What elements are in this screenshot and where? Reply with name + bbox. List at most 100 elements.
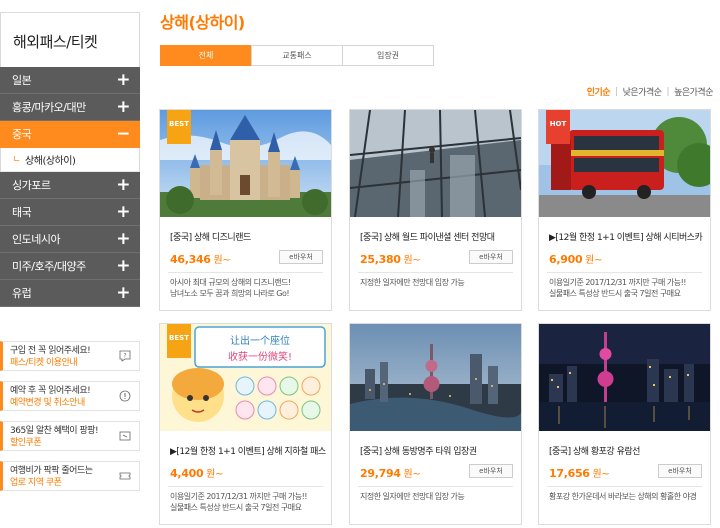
- description-line: 지정한 일자에만 전망대 입장 가능: [360, 492, 465, 501]
- product-price: 6,900 원~: [549, 251, 602, 266]
- product-image[interactable]: [539, 324, 710, 431]
- product-card-world-financial-center[interactable]: [중국] 상해 월드 파이낸셜 센터 전망대 25,380 원~ e바우처 지정…: [349, 109, 522, 311]
- description-line: 황포강 한가운데서 바라보는 상해의 황홀한 야경: [549, 492, 697, 501]
- question-icon: ?: [119, 350, 131, 362]
- corner-arrow-icon: ∟: [13, 154, 21, 165]
- notice-cancel-guide[interactable]: 예약 후 꼭 읽어주세요! 예약변경 및 취소안내: [0, 381, 140, 411]
- best-badge: BEST: [167, 110, 191, 144]
- product-card-metro-pass[interactable]: 让出一个座位 收获一份微笑! BEST ▶[12월 한정 1+1 이벤트] 상해…: [159, 323, 332, 525]
- sidebar-item-china[interactable]: 중국 −: [0, 121, 140, 148]
- product-image[interactable]: [350, 324, 521, 431]
- tab-all[interactable]: 전체: [160, 45, 252, 66]
- product-description: 이용일기준 2017/12/31 까지만 구매 가능!! 실물패스 특성상 반드…: [170, 491, 326, 513]
- plus-icon: +: [116, 174, 130, 195]
- sort-price-low[interactable]: 낮은가격순: [623, 85, 662, 98]
- price-unit: 원~: [203, 469, 224, 480]
- sort-divider: |: [615, 86, 618, 97]
- tab-transport-pass[interactable]: 교통패스: [251, 45, 343, 66]
- card-divider: [547, 486, 702, 487]
- product-image[interactable]: HOT: [539, 110, 710, 217]
- product-name[interactable]: [중국] 상해 월드 파이낸셜 센터 전망대: [360, 230, 520, 243]
- product-description: 지정한 일자에만 전망대 입장 가능: [360, 277, 516, 288]
- notice-list: 구입 전 꼭 읽어주세요! 패스/티켓 이용안내 ? 예약 후 꼭 읽어주세요!…: [0, 341, 140, 501]
- sidebar-item-japan[interactable]: 일본 +: [0, 67, 140, 94]
- plus-icon: +: [116, 228, 130, 249]
- price-value: 25,380: [360, 253, 401, 266]
- product-description: 지정한 일자에만 전망대 입장 가능: [360, 491, 516, 502]
- card-divider: [168, 486, 323, 487]
- card-divider: [168, 272, 323, 273]
- sidebar-item-label: 미주/호주/대양주: [12, 260, 86, 273]
- plus-icon: +: [116, 201, 130, 222]
- best-badge: BEST: [167, 324, 191, 358]
- evoucher-tag: e바우처: [469, 250, 513, 264]
- sidebar-title: 해외패스/티켓: [0, 12, 140, 67]
- product-price: 29,794 원~: [360, 465, 421, 480]
- tab-bar: 전체 교통패스 입장권: [160, 45, 434, 66]
- notice-usage-guide[interactable]: 구입 전 꼭 읽어주세요! 패스/티켓 이용안내 ?: [0, 341, 140, 371]
- sidebar-item-label: 중국: [12, 128, 32, 141]
- sidebar-item-hongkong[interactable]: 홍콩/마카오/대만 +: [0, 94, 140, 121]
- page-title: 상해(상하이): [160, 13, 245, 32]
- price-value: 17,656: [549, 467, 590, 480]
- sort-options: 인기순 | 낮은가격순 | 높은가격순: [587, 85, 714, 99]
- description-line: 이용일기준 2017/12/31 까지만 구매 가능!!: [549, 278, 687, 287]
- product-image[interactable]: BEST: [160, 110, 331, 217]
- product-card-disneyland[interactable]: BEST [중국] 상해 디즈니랜드 46,346 원~ e바우처 아시아 최대…: [159, 109, 332, 311]
- price-value: 6,900: [549, 253, 583, 266]
- sidebar-item-label: 태국: [12, 206, 32, 219]
- tab-admission[interactable]: 입장권: [342, 45, 434, 66]
- product-price: 17,656 원~: [549, 465, 610, 480]
- product-name[interactable]: [중국] 상해 디즈니랜드: [170, 230, 330, 243]
- product-name[interactable]: [중국] 상해 황포강 유람선: [549, 444, 709, 457]
- price-value: 46,346: [170, 253, 211, 266]
- product-card-city-bus[interactable]: HOT ▶[12월 한정 1+1 이벤트] 상해 시티버스카 6,900 원~ …: [538, 109, 711, 311]
- plus-icon: +: [116, 255, 130, 276]
- product-card-river-cruise[interactable]: [중국] 상해 황포강 유람선 17,656 원~ e바우처 황포강 한가운데서…: [538, 323, 711, 525]
- sidebar: 해외패스/티켓 일본 + 홍콩/마카오/대만 + 중국 − ∟ 상해(상하이) …: [0, 12, 140, 307]
- plus-icon: +: [116, 96, 130, 117]
- sidebar-item-label: 유럽: [12, 287, 32, 300]
- sort-popular[interactable]: 인기순: [587, 85, 611, 98]
- price-unit: 원~: [400, 469, 421, 480]
- sidebar-item-label: 싱가포르: [12, 179, 51, 192]
- sidebar-item-label: 인도네시아: [12, 233, 61, 246]
- plus-icon: +: [116, 69, 130, 90]
- product-price: 4,400 원~: [170, 465, 223, 480]
- product-name[interactable]: ▶[12월 한정 1+1 이벤트] 상해 지하철 패스: [170, 444, 330, 457]
- product-name[interactable]: ▶[12월 한정 1+1 이벤트] 상해 시티버스카: [549, 230, 709, 243]
- evoucher-tag: e바우처: [658, 464, 702, 478]
- sidebar-item-europe[interactable]: 유럽 +: [0, 280, 140, 307]
- product-card-oriental-pearl-tower[interactable]: [중국] 상해 동방명주 타워 입장권 29,794 원~ e바우처 지정한 일…: [349, 323, 522, 525]
- sidebar-item-americas[interactable]: 미주/호주/대양주 +: [0, 253, 140, 280]
- product-description: 이용일기준 2017/12/31 까지만 구매 가능!! 실물패스 특성상 반드…: [549, 277, 705, 299]
- product-image[interactable]: 让出一个座位 收获一份微笑! BEST: [160, 324, 331, 431]
- evoucher-tag: e바우처: [279, 250, 323, 264]
- description-line: 실물패스 특성상 반드시 출국 7일전 구매요: [549, 289, 681, 298]
- product-description: 황포강 한가운데서 바라보는 상해의 황홀한 야경: [549, 491, 705, 502]
- svg-text:?: ?: [123, 353, 126, 360]
- sort-price-high[interactable]: 높은가격순: [674, 85, 713, 98]
- plus-icon: +: [116, 282, 130, 303]
- product-image[interactable]: [350, 110, 521, 217]
- evoucher-tag: e바우처: [469, 464, 513, 478]
- sidebar-item-label: 일본: [12, 74, 32, 87]
- sidebar-item-singapore[interactable]: 싱가포르 +: [0, 172, 140, 199]
- poster-text-line1: 让出一个座位: [230, 334, 290, 347]
- alert-icon: [119, 390, 131, 402]
- sidebar-item-label: 홍콩/마카오/대만: [12, 101, 86, 114]
- sidebar-item-thailand[interactable]: 태국 +: [0, 199, 140, 226]
- notice-region-coupon[interactable]: 여행비가 팍팍 줄어드는 업로 지역 쿠폰: [0, 461, 140, 491]
- sidebar-subitem-shanghai[interactable]: ∟ 상해(상하이): [0, 148, 140, 172]
- coupon-icon: [119, 431, 131, 441]
- description-line: 실물패스 특성상 반드시 출국 7일전 구매요: [170, 503, 302, 512]
- sidebar-item-indonesia[interactable]: 인도네시아 +: [0, 226, 140, 253]
- price-unit: 원~: [582, 255, 603, 266]
- product-name[interactable]: [중국] 상해 동방명주 타워 입장권: [360, 444, 520, 457]
- description-line: 지정한 일자에만 전망대 입장 가능: [360, 278, 465, 287]
- product-description: 아시아 최대 규모의 상해의 디즈니랜드! 남녀노소 모두 꿈과 희망의 나라로…: [170, 277, 326, 299]
- poster-text-line2: 收获一份微笑!: [228, 350, 292, 363]
- description-line: 이용일기준 2017/12/31 까지만 구매 가능!!: [170, 492, 308, 501]
- price-value: 29,794: [360, 467, 401, 480]
- notice-coupon[interactable]: 365일 알찬 혜택이 팡팡! 할인쿠폰: [0, 421, 140, 451]
